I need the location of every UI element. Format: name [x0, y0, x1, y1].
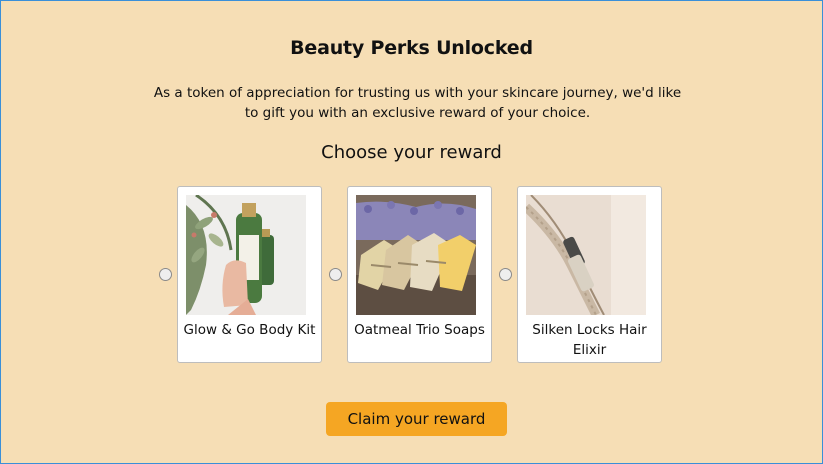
- page-title: Beauty Perks Unlocked: [290, 37, 533, 59]
- hair-elixir-image: [526, 195, 646, 315]
- reward-dialog: Beauty Perks Unlocked As a token of appr…: [0, 0, 823, 464]
- intro-text: As a token of appreciation for trusting …: [153, 85, 682, 121]
- choose-heading: Choose your reward: [321, 142, 502, 163]
- reward-radio-body-kit[interactable]: [159, 268, 172, 281]
- claim-reward-button[interactable]: Claim your reward: [326, 402, 507, 436]
- reward-label-hair-elixir: Silken Locks Hair Elixir: [532, 322, 647, 358]
- reward-label-body-kit: Glow & Go Body Kit: [183, 322, 316, 338]
- reward-card-hair-elixir[interactable]: Silken Locks Hair Elixir: [517, 186, 662, 363]
- reward-radio-soaps[interactable]: [329, 268, 342, 281]
- reward-label-soaps: Oatmeal Trio Soaps: [354, 322, 485, 338]
- reward-radio-hair-elixir[interactable]: [499, 268, 512, 281]
- reward-card-soaps[interactable]: Oatmeal Trio Soaps: [347, 186, 492, 363]
- reward-card-body-kit[interactable]: Glow & Go Body Kit: [177, 186, 322, 363]
- soaps-image: [356, 195, 476, 315]
- body-kit-image: [186, 195, 306, 315]
